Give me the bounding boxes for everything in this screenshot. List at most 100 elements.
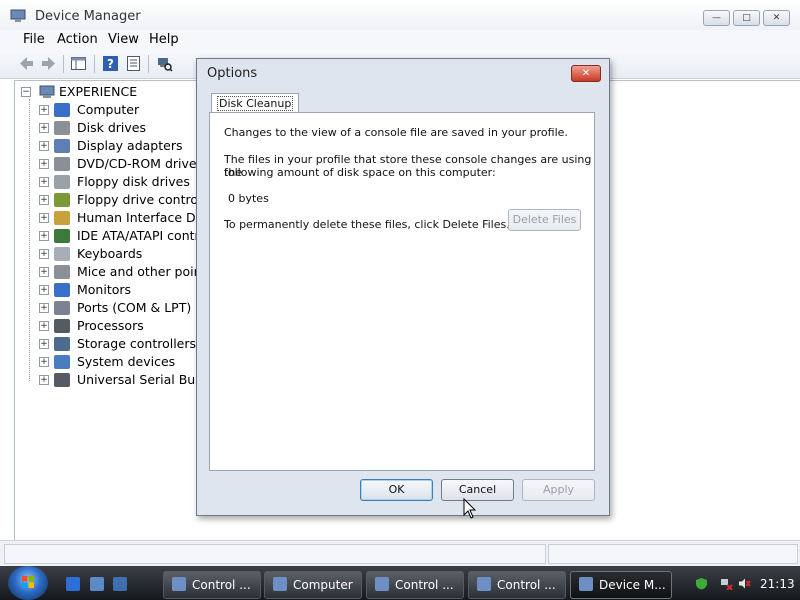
options-dialog: Options ✕ Disk Cleanup Changes to the vi… bbox=[196, 58, 610, 516]
toolbar-separator bbox=[148, 55, 149, 73]
menu-help[interactable]: Help bbox=[149, 32, 179, 47]
taskbar-button[interactable]: Control ... bbox=[163, 571, 261, 599]
computer-icon bbox=[273, 577, 287, 591]
expand-icon[interactable]: + bbox=[39, 177, 49, 187]
status-cell bbox=[4, 544, 546, 564]
tree-item-label: Display adapters bbox=[77, 138, 183, 153]
expand-icon[interactable]: + bbox=[39, 213, 49, 223]
port-icon bbox=[54, 301, 70, 315]
tree-item-label: Keyboards bbox=[77, 246, 143, 261]
forward-arrow-icon[interactable] bbox=[40, 55, 57, 72]
expand-icon[interactable]: + bbox=[39, 195, 49, 205]
expand-icon[interactable]: + bbox=[39, 357, 49, 367]
collapse-icon[interactable]: − bbox=[21, 87, 31, 97]
computer-icon bbox=[54, 103, 70, 117]
disk-space-value: 0 bytes bbox=[228, 192, 269, 205]
taskbar-button-label: Control ... bbox=[497, 578, 556, 592]
start-button[interactable] bbox=[8, 566, 48, 600]
status-cell bbox=[548, 544, 798, 564]
computer-icon bbox=[39, 85, 55, 98]
dialog-close-button[interactable]: ✕ bbox=[571, 65, 601, 82]
profile-info-text: Changes to the view of a console file ar… bbox=[224, 126, 568, 139]
svg-text:?: ? bbox=[107, 57, 114, 71]
switch-windows-icon[interactable] bbox=[113, 577, 127, 591]
tree-item-label: DVD/CD-ROM drives bbox=[77, 156, 204, 171]
security-shield-icon[interactable] bbox=[695, 577, 708, 590]
system-device-icon bbox=[54, 355, 70, 369]
tree-item-label: Disk drives bbox=[77, 120, 146, 135]
tree-item-label: System devices bbox=[77, 354, 176, 369]
expand-icon[interactable]: + bbox=[39, 231, 49, 241]
expand-icon[interactable]: + bbox=[39, 285, 49, 295]
expand-icon[interactable]: + bbox=[39, 267, 49, 277]
expand-icon[interactable]: + bbox=[39, 141, 49, 151]
title-bar: Device Manager — □ ✕ bbox=[0, 0, 800, 30]
console-tree-icon[interactable] bbox=[70, 55, 87, 72]
toolbar-separator bbox=[94, 55, 95, 73]
tree-guide-line bbox=[29, 99, 30, 381]
processor-icon bbox=[54, 319, 70, 333]
windows-logo-icon bbox=[22, 576, 34, 588]
toolbar-separator bbox=[63, 55, 64, 73]
expand-icon[interactable]: + bbox=[39, 105, 49, 115]
minimize-button[interactable]: — bbox=[703, 10, 730, 26]
floppy-disk-icon bbox=[54, 175, 70, 189]
taskbar: Control ... Computer Control ... Control ..… bbox=[0, 566, 800, 600]
internet-explorer-icon[interactable] bbox=[66, 577, 80, 591]
dialog-title: Options bbox=[207, 66, 258, 81]
disk-space-text-line2: following amount of disk space on this c… bbox=[224, 166, 496, 179]
usb-icon bbox=[54, 373, 70, 387]
taskbar-button-label: Control ... bbox=[395, 578, 454, 592]
menu-action[interactable]: Action bbox=[57, 32, 98, 47]
monitor-icon bbox=[54, 283, 70, 297]
show-desktop-icon[interactable] bbox=[90, 577, 104, 591]
tab-disk-cleanup-label: Disk Cleanup bbox=[217, 96, 294, 111]
expand-icon[interactable]: + bbox=[39, 123, 49, 133]
menu-bar: File Action View Help bbox=[0, 30, 800, 50]
network-disconnected-icon[interactable] bbox=[720, 577, 733, 590]
tree-item-label: Monitors bbox=[77, 282, 132, 297]
taskbar-button[interactable]: Computer bbox=[264, 571, 362, 599]
window-title: Device Manager bbox=[35, 9, 141, 24]
scan-hardware-icon[interactable] bbox=[156, 55, 173, 72]
taskbar-button-label: Device M... bbox=[599, 578, 666, 592]
status-bar bbox=[0, 540, 800, 567]
volume-muted-icon[interactable] bbox=[738, 577, 751, 590]
ide-controller-icon bbox=[54, 229, 70, 243]
delete-files-button[interactable]: Delete Files bbox=[508, 209, 581, 231]
back-arrow-icon[interactable] bbox=[18, 55, 35, 72]
expand-icon[interactable]: + bbox=[39, 159, 49, 169]
taskbar-button-label: Computer bbox=[293, 578, 353, 592]
tree-root-label: EXPERIENCE bbox=[59, 84, 138, 99]
expand-icon[interactable]: + bbox=[39, 303, 49, 313]
expand-icon[interactable]: + bbox=[39, 321, 49, 331]
taskbar-button[interactable]: Device M... bbox=[570, 571, 672, 599]
tree-item-label: Processors bbox=[77, 318, 144, 333]
menu-view[interactable]: View bbox=[108, 32, 139, 47]
control-panel-icon bbox=[172, 577, 186, 591]
taskbar-button[interactable]: Control ... bbox=[366, 571, 464, 599]
close-button[interactable]: ✕ bbox=[763, 10, 790, 26]
mouse-cursor-icon bbox=[463, 498, 477, 519]
storage-controller-icon bbox=[54, 337, 70, 351]
maximize-button[interactable]: □ bbox=[733, 10, 760, 26]
expand-icon[interactable]: + bbox=[39, 249, 49, 259]
menu-file[interactable]: File bbox=[23, 32, 45, 47]
hid-icon bbox=[54, 211, 70, 225]
expand-icon[interactable]: + bbox=[39, 339, 49, 349]
apply-button[interactable]: Apply bbox=[522, 479, 595, 501]
display-adapter-icon bbox=[54, 139, 70, 153]
clock[interactable]: 21:13 bbox=[760, 577, 795, 591]
tree-item-label: Ports (COM & LPT) bbox=[77, 300, 192, 315]
cancel-button[interactable]: Cancel bbox=[441, 479, 514, 501]
dialog-tab-panel: Changes to the view of a console file ar… bbox=[209, 112, 595, 471]
dvd-drive-icon bbox=[54, 157, 70, 171]
ok-button[interactable]: OK bbox=[360, 479, 433, 501]
tab-disk-cleanup[interactable]: Disk Cleanup bbox=[211, 93, 300, 113]
taskbar-button[interactable]: Control ... bbox=[468, 571, 566, 599]
properties-icon[interactable] bbox=[125, 55, 142, 72]
expand-icon[interactable]: + bbox=[39, 375, 49, 385]
help-icon[interactable]: ? bbox=[102, 55, 119, 72]
control-panel-icon bbox=[477, 577, 491, 591]
control-panel-icon bbox=[375, 577, 389, 591]
